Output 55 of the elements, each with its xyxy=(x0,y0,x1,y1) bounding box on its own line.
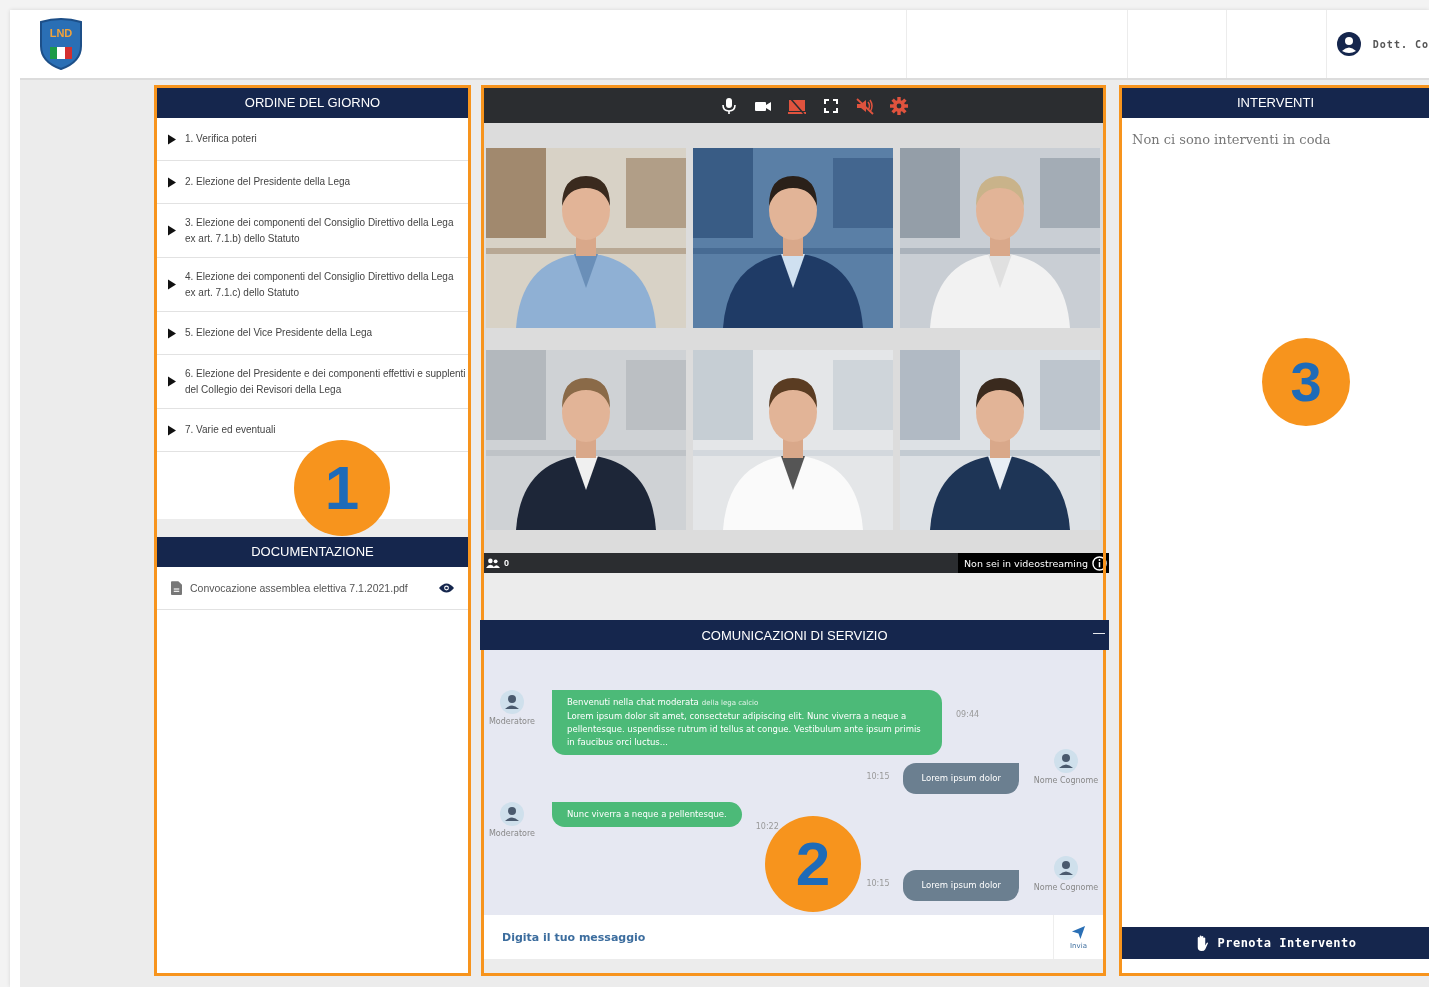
agenda-item[interactable]: 3. Elezione dei componenti del Consiglio Direttivo della Lega ex art. 7.1.b) dello Statuto xyxy=(157,204,468,258)
avatar-icon xyxy=(1054,856,1078,880)
message-time: 10:15 xyxy=(866,772,890,781)
message-text: Lorem ipsum dolor xyxy=(921,772,1001,785)
participant-count: 0 xyxy=(504,558,509,568)
agenda-item[interactable]: 2. Elezione del Presidente della Lega xyxy=(157,161,468,204)
caret-icon xyxy=(167,327,177,339)
author-name: Moderatore xyxy=(488,717,536,726)
author-name: Nome Cognome xyxy=(1033,776,1099,785)
caret-icon xyxy=(167,376,177,387)
avatar-icon xyxy=(1054,749,1078,773)
avatar-icon xyxy=(500,802,524,826)
message-time: 10:15 xyxy=(866,879,890,888)
panel-title: DOCUMENTAZIONE xyxy=(157,537,468,567)
message-field[interactable]: Digita il tuo messaggio xyxy=(484,915,1053,959)
author-name: Nome Cognome xyxy=(1033,883,1099,892)
fullscreen-icon[interactable] xyxy=(821,96,840,115)
agenda-item[interactable]: 1. Verifica poteri xyxy=(157,118,468,161)
agenda-item[interactable]: 4. Elezione dei componenti del Consiglio Direttivo della Lega ex art. 7.1.c) dello Statuto xyxy=(157,258,468,312)
callout-number: 3 xyxy=(1262,338,1350,426)
speaker-off-icon[interactable] xyxy=(855,96,874,115)
message-text: Lorem ipsum dolor xyxy=(921,879,1001,892)
message-text: Nunc viverra a neque a pellentesque. xyxy=(567,808,727,821)
message-time: 10:22 xyxy=(755,822,779,831)
panel-title: INTERVENTI xyxy=(1122,88,1429,118)
agenda-item[interactable]: 5. Elezione del Vice Presidente della Lega xyxy=(157,312,468,355)
book-button[interactable]: Prenota Intervento xyxy=(1122,927,1429,959)
file-link[interactable]: Convocazione assemblea elettiva 7.1.2021.pdf xyxy=(190,582,431,594)
caret-icon xyxy=(167,279,177,290)
view-icon[interactable] xyxy=(439,583,454,593)
info-icon[interactable] xyxy=(1092,555,1107,571)
panel-title: ORDINE DEL GIORNO xyxy=(157,88,468,118)
caret-icon xyxy=(167,424,177,436)
microphone-icon[interactable] xyxy=(719,96,738,115)
empty-message: Non ci sono interventi in coda xyxy=(1131,131,1332,149)
logo-icon: LND xyxy=(38,18,84,70)
caret-icon xyxy=(167,176,177,188)
agenda-item[interactable]: 6. Elezione del Presidente e dei componenti effettivi e supplenti del Collegio dei Revisori della Lega xyxy=(157,355,468,409)
stream-status: Non sei in videostreaming xyxy=(963,557,1088,569)
author-name: Moderatore xyxy=(488,829,536,838)
avatar-icon xyxy=(500,690,524,714)
settings-icon[interactable] xyxy=(889,96,908,115)
caret-icon xyxy=(167,133,177,145)
message-time: 09:44 xyxy=(956,710,980,719)
panel-title: COMUNICAZIONI DI SERVIZIO xyxy=(701,627,888,643)
message-title: Benvenuti nella chat moderata xyxy=(567,697,699,707)
message-text: Lorem ipsum dolor sit amet, consectetur adipiscing elit. Nunc viverra a neque a pellentesque. uspendisse rutrum id tellus at congue. Vestibulum ante ipsum primis in faucibus orci luctus... xyxy=(567,710,922,749)
file-icon xyxy=(171,581,182,595)
user-icon[interactable] xyxy=(1336,32,1361,56)
caret-icon xyxy=(167,225,177,236)
callout-number: 1 xyxy=(294,440,390,536)
user-name[interactable]: Dott. Co xyxy=(1372,38,1429,50)
people-icon xyxy=(486,557,500,569)
send-icon xyxy=(1071,924,1086,940)
collapse-button[interactable]: — xyxy=(1091,624,1107,642)
